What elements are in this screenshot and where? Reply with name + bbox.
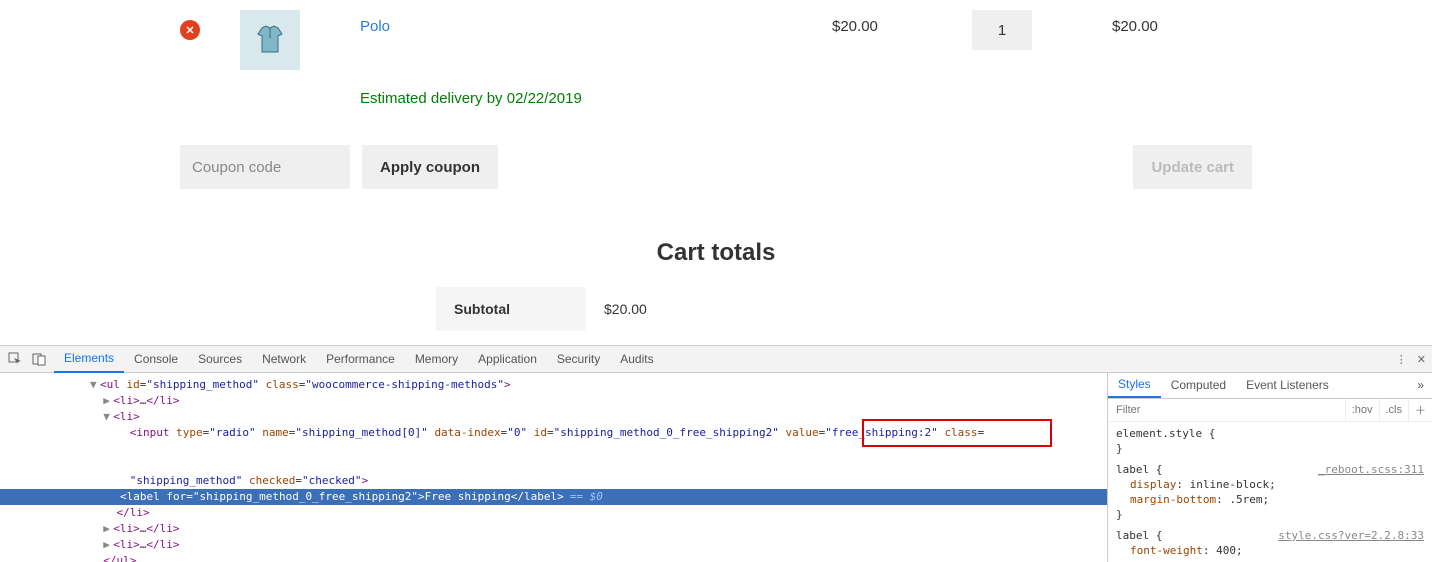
styles-tab-computed[interactable]: Computed xyxy=(1161,373,1236,398)
devtools-tabbar: ElementsConsoleSourcesNetworkPerformance… xyxy=(0,346,1432,373)
devtools-tab-application[interactable]: Application xyxy=(468,346,547,373)
delivery-estimate: Estimated delivery by 02/22/2019 xyxy=(360,90,1252,125)
devtools-tab-elements[interactable]: Elements xyxy=(54,346,124,373)
coupon-code-input[interactable] xyxy=(180,145,350,189)
styles-tab-event-listeners[interactable]: Event Listeners xyxy=(1236,373,1339,398)
add-rule-icon[interactable]: ＋ xyxy=(1408,399,1432,421)
update-cart-button[interactable]: Update cart xyxy=(1133,145,1252,189)
devtools-panel: ElementsConsoleSourcesNetworkPerformance… xyxy=(0,345,1432,562)
devtools-tab-sources[interactable]: Sources xyxy=(188,346,252,373)
cart-item-row: ✕ Polo $20.00 $20.00 xyxy=(180,0,1252,90)
devtools-more-icon[interactable]: ⋮ xyxy=(1396,353,1407,366)
styles-filter-input[interactable] xyxy=(1108,404,1345,416)
selected-dom-node[interactable]: <label for="shipping_method_0_free_shipp… xyxy=(0,489,1107,505)
styles-tab-styles[interactable]: Styles xyxy=(1108,373,1161,398)
polo-icon xyxy=(252,22,288,58)
devtools-tab-security[interactable]: Security xyxy=(547,346,610,373)
product-name-link[interactable]: Polo xyxy=(360,18,390,35)
product-thumbnail[interactable] xyxy=(240,10,300,70)
subtotal-value: $20.00 xyxy=(586,287,996,331)
remove-item-button[interactable]: ✕ xyxy=(180,20,200,40)
subtotal-label: Subtotal xyxy=(436,287,586,331)
devtools-tab-memory[interactable]: Memory xyxy=(405,346,468,373)
cls-toggle[interactable]: .cls xyxy=(1379,399,1409,421)
inspect-icon[interactable] xyxy=(6,350,24,368)
unit-price: $20.00 xyxy=(832,10,972,35)
apply-coupon-button[interactable]: Apply coupon xyxy=(362,145,498,189)
devtools-tab-console[interactable]: Console xyxy=(124,346,188,373)
hov-toggle[interactable]: :hov xyxy=(1345,399,1379,421)
device-toggle-icon[interactable] xyxy=(30,350,48,368)
cart-totals-heading: Cart totals xyxy=(436,239,996,267)
styles-more-icon[interactable]: » xyxy=(1409,373,1432,398)
quantity-input[interactable] xyxy=(972,10,1032,50)
devtools-tab-performance[interactable]: Performance xyxy=(316,346,405,373)
styles-panel: StylesComputedEvent Listeners » :hov .cls… xyxy=(1107,373,1432,562)
devtools-close-icon[interactable]: ✕ xyxy=(1417,353,1426,366)
elements-tree[interactable]: ▼<ul id="shipping_method" class="woocomm… xyxy=(0,373,1107,562)
devtools-tab-audits[interactable]: Audits xyxy=(610,346,663,373)
styles-rules[interactable]: element.style { } _reboot.scss:311label … xyxy=(1108,422,1432,562)
devtools-tab-network[interactable]: Network xyxy=(252,346,316,373)
coupon-row: Apply coupon Update cart xyxy=(180,145,1252,189)
line-total: $20.00 xyxy=(1112,10,1252,35)
cart-totals: Cart totals Subtotal $20.00 xyxy=(436,239,996,331)
